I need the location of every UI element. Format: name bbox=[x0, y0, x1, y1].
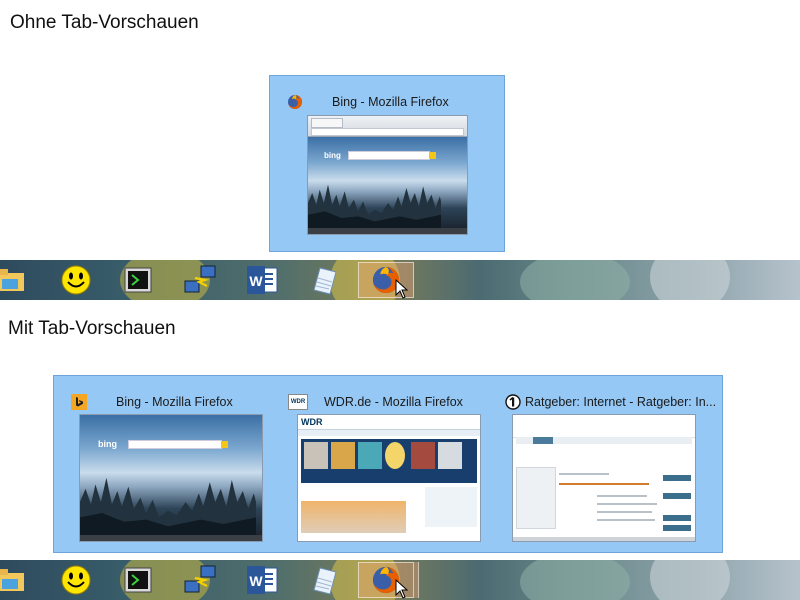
crane-image bbox=[301, 501, 406, 533]
word-icon: W bbox=[247, 266, 278, 294]
svg-text:W: W bbox=[249, 573, 263, 589]
terminal-icon bbox=[124, 267, 152, 293]
mouse-cursor-icon bbox=[395, 279, 409, 299]
preview-title: WDR.de - Mozilla Firefox bbox=[324, 395, 463, 409]
preview-title: Bing - Mozilla Firefox bbox=[332, 95, 449, 109]
bing-search-button bbox=[221, 441, 228, 448]
network-icon bbox=[184, 265, 216, 293]
heading-without-tab-previews: Ohne Tab-Vorschauen bbox=[10, 12, 199, 33]
tab-preview-wdr[interactable]: WDR WDR.de - Mozilla Firefox WDR bbox=[282, 386, 482, 546]
taskbar-thumbnail-popup-tabs: Bing - Mozilla Firefox bing WDR WDR.de -… bbox=[53, 375, 723, 553]
network-icon bbox=[184, 565, 216, 593]
taskbar-item-file-explorer[interactable] bbox=[0, 562, 38, 598]
taskbar-item-notepad[interactable] bbox=[296, 562, 352, 598]
bing-page-thumbnail: bing bbox=[79, 414, 263, 542]
wdr-logo: WDR bbox=[301, 417, 323, 427]
taskbar: W bbox=[0, 260, 800, 300]
taskbar-item-file-explorer[interactable] bbox=[0, 262, 38, 298]
taskbar-item-word[interactable]: W bbox=[234, 562, 290, 598]
wdr-icon: WDR bbox=[288, 394, 308, 410]
forest-image bbox=[308, 184, 442, 228]
taskbar-thumbnail-popup: Bing - Mozilla Firefox bing bbox=[269, 75, 505, 252]
taskbar-item-firefox[interactable] bbox=[358, 562, 414, 599]
bing-search-box bbox=[128, 440, 222, 449]
bing-page-thumbnail: bing bbox=[307, 115, 468, 235]
taskbar-item-terminal[interactable] bbox=[110, 262, 166, 298]
taskbar-item-smiley[interactable] bbox=[48, 262, 104, 298]
notepad-icon bbox=[313, 567, 337, 595]
word-icon: W bbox=[247, 566, 278, 594]
taskbar-item-firefox[interactable] bbox=[358, 262, 414, 299]
bing-logo: bing bbox=[98, 439, 117, 449]
taskbar-item-word[interactable]: W bbox=[234, 262, 290, 298]
taskbar-item-smiley[interactable] bbox=[48, 562, 104, 598]
ratgeber-page-thumbnail bbox=[512, 414, 696, 542]
mouse-cursor-icon bbox=[395, 579, 409, 599]
file-explorer-icon bbox=[0, 269, 24, 291]
svg-text:W: W bbox=[249, 273, 263, 289]
taskbar-item-network[interactable] bbox=[172, 262, 228, 298]
bing-logo: bing bbox=[324, 151, 341, 160]
smiley-icon bbox=[61, 265, 91, 295]
taskbar-item-terminal[interactable] bbox=[110, 562, 166, 598]
firefox-icon bbox=[288, 94, 303, 109]
taskbar-item-network[interactable] bbox=[172, 562, 228, 598]
terminal-icon bbox=[124, 567, 152, 593]
wdr-hero-banner bbox=[301, 439, 477, 483]
notepad-icon bbox=[313, 267, 337, 295]
heading-with-tab-previews: Mit Tab-Vorschauen bbox=[8, 318, 176, 339]
tab-preview-ratgeber[interactable]: Ratgeber: Internet - Ratgeber: In... bbox=[499, 386, 717, 546]
bing-search-box bbox=[348, 151, 430, 160]
bing-icon bbox=[71, 394, 87, 410]
taskbar: W bbox=[0, 560, 800, 600]
preview-title: Bing - Mozilla Firefox bbox=[116, 395, 233, 409]
ard-icon bbox=[505, 394, 521, 410]
preview-title: Ratgeber: Internet - Ratgeber: In... bbox=[525, 395, 717, 409]
wdr-page-thumbnail: WDR bbox=[297, 414, 481, 542]
bing-search-button bbox=[429, 152, 436, 159]
taskbar-item-firefox-stack bbox=[414, 562, 419, 598]
taskbar-item-notepad[interactable] bbox=[296, 262, 352, 298]
file-explorer-icon bbox=[0, 569, 24, 591]
tab-preview-bing[interactable]: Bing - Mozilla Firefox bing bbox=[64, 386, 264, 546]
smiley-icon bbox=[61, 565, 91, 595]
window-preview-bing[interactable]: Bing - Mozilla Firefox bing bbox=[270, 76, 504, 251]
forest-image bbox=[80, 477, 256, 535]
